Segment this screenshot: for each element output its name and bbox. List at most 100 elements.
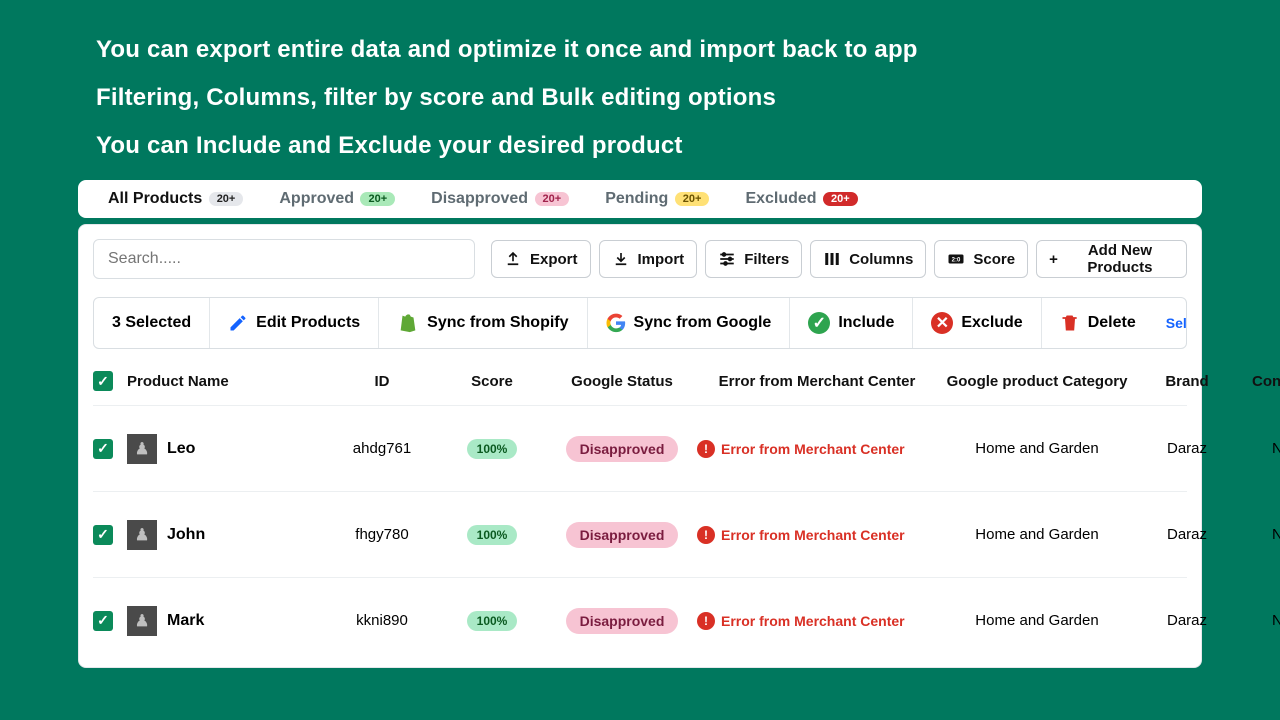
button-label: Sync from Shopify <box>427 314 568 332</box>
tab-label: Disapproved <box>431 190 528 207</box>
upload-icon <box>504 250 522 268</box>
col-score: Score <box>437 373 547 390</box>
product-brand: Daraz <box>1137 612 1237 629</box>
tab-badge: 20+ <box>360 192 395 206</box>
product-category: Home and Garden <box>937 612 1137 629</box>
select-all-checkbox[interactable]: ✓ <box>93 371 113 391</box>
error-icon: ! <box>697 526 715 544</box>
tab-disapproved[interactable]: Disapproved 20+ <box>431 190 569 208</box>
button-label: Exclude <box>961 314 1022 332</box>
product-id: fhgy780 <box>327 526 437 543</box>
col-category: Google product Category <box>937 373 1137 390</box>
product-id: ahdg761 <box>327 440 437 457</box>
row-checkbox[interactable]: ✓ <box>93 611 113 631</box>
product-name: John <box>167 526 205 544</box>
columns-button[interactable]: Columns <box>810 240 926 278</box>
tab-bar: All Products 20+ Approved 20+ Disapprove… <box>78 180 1202 218</box>
button-label: Delete <box>1088 314 1136 332</box>
product-name: Leo <box>167 440 195 458</box>
table-row: ✓ ♟ Leo ahdg761 100% Disapproved ! Error… <box>93 405 1187 491</box>
button-label: Import <box>638 251 685 268</box>
google-status-pill: Disapproved <box>566 608 679 634</box>
svg-text:2:0: 2:0 <box>952 257 961 263</box>
button-label: Filters <box>744 251 789 268</box>
search-input[interactable] <box>93 239 475 279</box>
product-category: Home and Garden <box>937 440 1137 457</box>
error-text: Error from Merchant Center <box>721 527 905 543</box>
product-category: Home and Garden <box>937 526 1137 543</box>
tab-badge: 20+ <box>675 192 710 206</box>
error-icon: ! <box>697 612 715 630</box>
google-icon <box>606 313 626 333</box>
download-icon <box>612 250 630 268</box>
table-row: ✓ ♟ John fhgy780 100% Disapproved ! Erro… <box>93 491 1187 577</box>
tab-all-products[interactable]: All Products 20+ <box>108 190 243 208</box>
table-row: ✓ ♟ Mark kkni890 100% Disapproved ! Erro… <box>93 577 1187 663</box>
delete-button[interactable]: Delete <box>1042 298 1154 348</box>
x-circle-icon: ✕ <box>931 312 953 334</box>
selected-count: 3 Selected <box>94 298 210 348</box>
score-button[interactable]: 2:0 Score <box>934 240 1028 278</box>
pencil-icon <box>228 313 248 333</box>
shopify-icon <box>397 312 419 334</box>
tab-label: Approved <box>279 190 354 207</box>
tab-label: All Products <box>108 190 202 207</box>
sync-from-google-button[interactable]: Sync from Google <box>588 298 791 348</box>
product-condition: New <box>1237 440 1280 457</box>
product-thumbnail: ♟ <box>127 606 157 636</box>
score-pill: 100% <box>467 611 518 631</box>
col-condition: Condition <box>1237 373 1280 390</box>
error-text: Error from Merchant Center <box>721 613 905 629</box>
col-google-status: Google Status <box>547 373 697 390</box>
button-label: Columns <box>849 251 913 268</box>
product-panel: Export Import Filters Columns 2:0 Score … <box>78 224 1202 668</box>
button-label: Export <box>530 251 578 268</box>
button-label: Edit Products <box>256 314 360 332</box>
import-button[interactable]: Import <box>599 240 698 278</box>
tab-badge: 20+ <box>823 192 858 206</box>
button-label: Score <box>973 251 1015 268</box>
check-circle-icon: ✓ <box>808 312 830 334</box>
include-button[interactable]: ✓ Include <box>790 298 913 348</box>
score-pill: 100% <box>467 525 518 545</box>
product-name: Mark <box>167 612 204 630</box>
sliders-icon <box>718 250 736 268</box>
product-condition: New <box>1237 526 1280 543</box>
row-checkbox[interactable]: ✓ <box>93 525 113 545</box>
error-text: Error from Merchant Center <box>721 441 905 457</box>
selected-count-label: 3 Selected <box>112 314 191 332</box>
tab-badge: 20+ <box>535 192 570 206</box>
col-error: Error from Merchant Center <box>697 373 937 390</box>
button-label: Sync from Google <box>634 314 772 332</box>
col-product-name: Product Name <box>127 373 327 390</box>
tab-approved[interactable]: Approved 20+ <box>279 190 395 208</box>
header-line-3: You can Include and Exclude your desired… <box>96 132 1184 160</box>
filters-button[interactable]: Filters <box>705 240 802 278</box>
tab-excluded[interactable]: Excluded 20+ <box>745 190 857 208</box>
sync-from-shopify-button[interactable]: Sync from Shopify <box>379 298 587 348</box>
product-brand: Daraz <box>1137 440 1237 457</box>
header-line-2: Filtering, Columns, filter by score and … <box>96 84 1184 112</box>
col-brand: Brand <box>1137 373 1237 390</box>
columns-icon <box>823 250 841 268</box>
score-pill: 100% <box>467 439 518 459</box>
export-button[interactable]: Export <box>491 240 591 278</box>
tab-badge: 20+ <box>209 192 244 206</box>
add-new-products-button[interactable]: + Add New Products <box>1036 240 1187 278</box>
plus-icon: + <box>1049 251 1058 268</box>
button-label: Include <box>838 314 894 332</box>
row-checkbox[interactable]: ✓ <box>93 439 113 459</box>
product-brand: Daraz <box>1137 526 1237 543</box>
header-line-1: You can export entire data and optimize … <box>96 36 1184 64</box>
google-status-pill: Disapproved <box>566 522 679 548</box>
tab-label: Pending <box>605 190 668 207</box>
select-all-link[interactable]: Select All 50+ products <box>1154 315 1187 331</box>
exclude-button[interactable]: ✕ Exclude <box>913 298 1041 348</box>
edit-products-button[interactable]: Edit Products <box>210 298 379 348</box>
product-thumbnail: ♟ <box>127 520 157 550</box>
tab-label: Excluded <box>745 190 816 207</box>
tab-pending[interactable]: Pending 20+ <box>605 190 709 208</box>
col-id: ID <box>327 373 437 390</box>
product-condition: New <box>1237 612 1280 629</box>
scoreboard-icon: 2:0 <box>947 250 965 268</box>
